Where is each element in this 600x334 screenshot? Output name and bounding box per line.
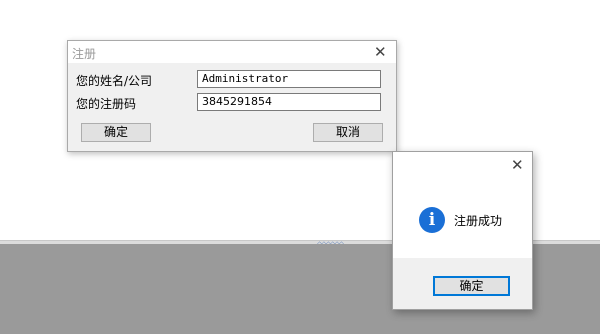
info-icon: i: [419, 207, 445, 233]
message-ok-button[interactable]: 确定: [433, 276, 510, 296]
registration-code-label: 您的注册码: [76, 97, 137, 111]
message-box: ✕ i 注册成功 确定: [392, 151, 533, 310]
register-cancel-button[interactable]: 取消: [313, 123, 383, 142]
registration-code-input[interactable]: 3845291854: [197, 93, 381, 111]
register-dialog-title: 注册: [72, 47, 97, 61]
name-input[interactable]: Administrator: [197, 70, 381, 88]
register-dialog: 注册 ✕ 您的姓名/公司 Administrator 您的注册码 3845291…: [67, 40, 397, 152]
close-icon[interactable]: ✕: [374, 45, 387, 60]
register-ok-button[interactable]: 确定: [81, 123, 151, 142]
message-text: 注册成功: [454, 214, 503, 228]
close-icon[interactable]: ✕: [511, 158, 524, 173]
register-dialog-titlebar[interactable]: 注册 ✕: [68, 41, 396, 63]
name-label: 您的姓名/公司: [76, 74, 153, 88]
